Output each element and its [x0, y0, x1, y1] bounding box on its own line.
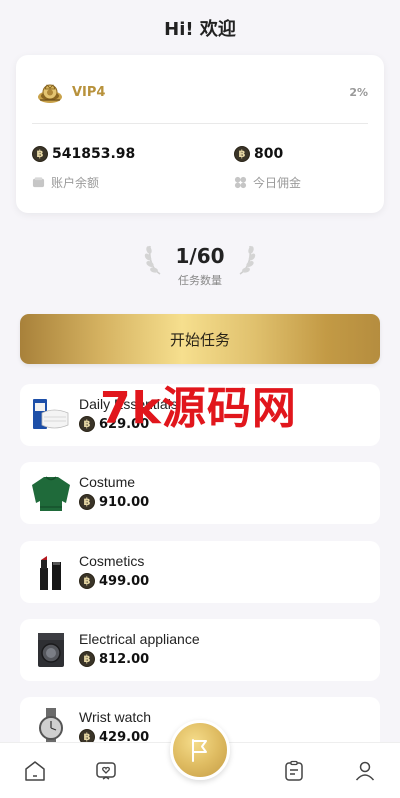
product-price: 910.00	[99, 494, 150, 510]
product-price: 499.00	[99, 573, 150, 589]
clipboard-icon	[285, 760, 303, 781]
baht-coin-icon: ฿	[79, 651, 95, 667]
laurel-right-icon	[239, 245, 256, 275]
laurel-left-icon	[144, 245, 161, 275]
product-name: Wrist watch	[79, 709, 152, 725]
product-item[interactable]: Electrical appliance ฿ 812.00	[20, 619, 380, 681]
nav-profile[interactable]	[351, 757, 379, 785]
task-count-block: 1/60 任务数量	[0, 240, 400, 296]
baht-coin-icon: ฿	[32, 146, 48, 162]
nav-home[interactable]	[21, 757, 49, 785]
balance-value: 541853.98	[52, 146, 136, 162]
heart-message-icon	[96, 762, 116, 780]
vip-account-card: VIP4 2% ฿ 541853.98 账户余额 ฿ 800 今日佣金	[16, 55, 384, 213]
product-name: Electrical appliance	[79, 631, 200, 647]
home-icon	[25, 761, 45, 781]
washing-machine-icon	[38, 633, 64, 667]
lipstick-icon	[40, 556, 61, 590]
product-name: Costume	[79, 474, 136, 490]
commission-stat: ฿ 800 今日佣金	[234, 146, 301, 191]
nav-favorites[interactable]	[92, 757, 120, 785]
mask-box-icon	[33, 399, 69, 429]
vip-level-label: VIP4	[72, 84, 106, 100]
baht-coin-icon: ฿	[79, 573, 95, 589]
flag-icon	[192, 739, 207, 762]
commission-value: 800	[254, 146, 284, 162]
balance-label: 账户余额	[51, 176, 100, 190]
page-title: Hi! 欢迎	[164, 19, 236, 40]
nav-records[interactable]	[280, 757, 308, 785]
commission-label: 今日佣金	[253, 176, 302, 190]
start-task-button[interactable]: 开始任务	[20, 314, 380, 364]
watermark-text: 7k源码网	[100, 383, 297, 434]
task-count-label: 任务数量	[178, 274, 222, 287]
commission-icon	[234, 176, 247, 189]
user-icon	[355, 761, 375, 781]
commission-rate: 2%	[349, 85, 368, 99]
product-item[interactable]: Costume ฿ 910.00	[20, 462, 380, 524]
task-count-value: 1/60	[175, 244, 225, 268]
balance-stat: ฿ 541853.98 账户余额	[32, 146, 135, 191]
vip-level-row: VIP4 2%	[36, 77, 368, 107]
wallet-icon	[32, 177, 45, 188]
card-divider	[32, 123, 368, 124]
page-header: Hi! 欢迎	[0, 0, 400, 56]
start-task-fab[interactable]	[170, 720, 230, 780]
baht-coin-icon: ฿	[79, 416, 95, 432]
sweater-icon	[32, 476, 70, 511]
product-price: 812.00	[99, 651, 150, 667]
product-name: Cosmetics	[79, 553, 145, 569]
vip-crown-icon	[38, 84, 62, 103]
baht-coin-icon: ฿	[234, 146, 250, 162]
baht-coin-icon: ฿	[79, 494, 95, 510]
product-item[interactable]: Cosmetics ฿ 499.00	[20, 541, 380, 603]
